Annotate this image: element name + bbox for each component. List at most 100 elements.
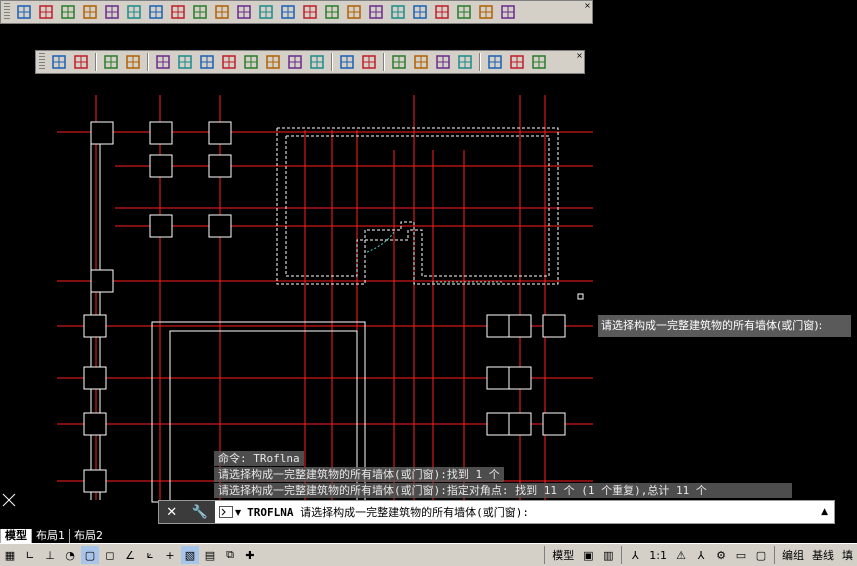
annotation-scale-icon[interactable]: ⅄ bbox=[626, 546, 644, 564]
ducs-icon[interactable]: ⟀ bbox=[141, 546, 159, 564]
lock-icon[interactable]: ▭ bbox=[732, 546, 750, 564]
table-icon[interactable] bbox=[256, 3, 276, 21]
stair-icon[interactable] bbox=[300, 3, 320, 21]
tab-layout2[interactable]: 布局2 bbox=[69, 529, 107, 543]
fill-button[interactable]: 填 bbox=[838, 547, 857, 563]
quick-view-drawings-icon[interactable]: ▥ bbox=[599, 546, 617, 564]
group-button[interactable]: 编组 bbox=[778, 547, 808, 563]
layers-icon[interactable] bbox=[58, 3, 78, 21]
command-prompt-icon[interactable]: ▼ bbox=[219, 506, 241, 518]
workspace-icon[interactable]: ⚙ bbox=[712, 546, 730, 564]
annotation-monitor-icon[interactable]: ✚ bbox=[241, 546, 259, 564]
close-icon[interactable]: ✕ bbox=[166, 505, 177, 520]
annotation-visibility-icon[interactable]: ⚠ bbox=[672, 546, 690, 564]
layout-tabs: 模型 布局1 布局2 bbox=[0, 527, 857, 543]
pen-icon[interactable] bbox=[433, 53, 453, 71]
panel-icon[interactable] bbox=[507, 53, 527, 71]
column-icon[interactable] bbox=[146, 3, 166, 21]
tarch-toolbar-main: × bbox=[0, 0, 593, 24]
model-space-button[interactable]: 模型 bbox=[548, 547, 578, 563]
table-icon[interactable] bbox=[307, 53, 327, 71]
snap-icon[interactable]: ∟ bbox=[21, 546, 39, 564]
toolbar-grip[interactable] bbox=[4, 3, 10, 21]
drawer-icon[interactable] bbox=[359, 53, 379, 71]
mark-icon[interactable] bbox=[337, 53, 357, 71]
grid-icon[interactable] bbox=[80, 3, 100, 21]
osnap-icon[interactable]: ▢ bbox=[81, 546, 99, 564]
dim-icon[interactable] bbox=[175, 53, 195, 71]
toolbar-separator bbox=[147, 53, 149, 71]
print-icon[interactable] bbox=[344, 3, 364, 21]
edit-icon[interactable] bbox=[36, 3, 56, 21]
command-line[interactable]: ✕ 🔧 ▼ TROFLNA 请选择构成一完整建筑物的所有墙体(或门窗): ▲ bbox=[158, 500, 835, 524]
wall-icon[interactable] bbox=[168, 3, 188, 21]
3d-osnap-icon[interactable]: ◻ bbox=[101, 546, 119, 564]
grip-marker bbox=[577, 293, 584, 300]
quick-view-layouts-icon[interactable]: ▣ bbox=[579, 546, 597, 564]
auto-scale-icon[interactable]: ⅄ bbox=[692, 546, 710, 564]
toolbar-grip[interactable] bbox=[39, 53, 45, 71]
ppt-icon[interactable] bbox=[388, 3, 408, 21]
elevation-icon[interactable] bbox=[410, 3, 430, 21]
tab-model[interactable]: 模型 bbox=[0, 529, 31, 543]
list-icon[interactable] bbox=[101, 53, 121, 71]
ortho-icon[interactable]: ⊥ bbox=[41, 546, 59, 564]
frame-icon[interactable] bbox=[278, 3, 298, 21]
selection-cycling-icon[interactable]: ⧉ bbox=[221, 546, 239, 564]
transparency-icon[interactable]: ▤ bbox=[201, 546, 219, 564]
dimension-icon[interactable] bbox=[124, 3, 144, 21]
annotation-scale-value[interactable]: 1:1 bbox=[645, 549, 671, 562]
text-icon[interactable] bbox=[241, 53, 261, 71]
leader-icon[interactable] bbox=[153, 53, 173, 71]
sym-icon[interactable] bbox=[197, 53, 217, 71]
command-history-line: 请选择构成一完整建筑物的所有墙体(或门窗):指定对角点: 找到 11 个 (1 … bbox=[214, 483, 792, 498]
room-icon[interactable] bbox=[212, 3, 232, 21]
dyn-icon[interactable]: + bbox=[161, 546, 179, 564]
otrack-icon[interactable]: ∠ bbox=[121, 546, 139, 564]
grid-icon[interactable]: ▦ bbox=[1, 546, 19, 564]
lineweight-icon[interactable]: ▧ bbox=[181, 546, 199, 564]
level-icon[interactable] bbox=[432, 3, 452, 21]
toolbar-separator bbox=[479, 53, 481, 71]
command-line-controls: ✕ 🔧 bbox=[159, 501, 215, 523]
fullscreen-icon[interactable]: ▢ bbox=[752, 546, 770, 564]
close-icon[interactable]: × bbox=[575, 51, 584, 60]
ucs-icon bbox=[2, 493, 16, 507]
help-icon[interactable] bbox=[498, 3, 518, 21]
eye-icon[interactable] bbox=[411, 53, 431, 71]
axis-icon[interactable] bbox=[102, 3, 122, 21]
image-icon[interactable] bbox=[123, 53, 143, 71]
target-icon[interactable] bbox=[476, 3, 496, 21]
polar-icon[interactable]: ◔ bbox=[61, 546, 79, 564]
layout-icon[interactable] bbox=[389, 53, 409, 71]
door-window-icon[interactable] bbox=[190, 3, 210, 21]
selected-walls bbox=[276, 127, 559, 285]
zoom-icon[interactable] bbox=[71, 53, 91, 71]
columns bbox=[83, 121, 566, 493]
wrench-icon[interactable]: 🔧 bbox=[192, 505, 208, 520]
close-icon[interactable]: × bbox=[583, 1, 592, 10]
elev-icon[interactable] bbox=[219, 53, 239, 71]
note-icon[interactable] bbox=[285, 53, 305, 71]
area-icon[interactable] bbox=[234, 3, 254, 21]
toolbar-separator bbox=[383, 53, 385, 71]
history-arrow-icon[interactable]: ▲ bbox=[821, 507, 828, 517]
level-icon[interactable] bbox=[263, 53, 283, 71]
baseline-button[interactable]: 基线 bbox=[808, 547, 838, 563]
tarch-toolbar-secondary: × bbox=[35, 50, 585, 74]
walls bbox=[90, 140, 366, 503]
window-icon[interactable] bbox=[485, 53, 505, 71]
tab-layout1[interactable]: 布局1 bbox=[31, 529, 69, 543]
command-input[interactable]: TROFLNA 请选择构成一完整建筑物的所有墙体(或门窗): bbox=[247, 504, 529, 520]
eye2-icon[interactable] bbox=[455, 53, 475, 71]
status-bar: ▦ ∟ ⊥ ◔ ▢ ◻ ∠ ⟀ + ▧ ▤ ⧉ ✚ 模型 ▣ ▥ ⅄ 1:1 ⚠… bbox=[0, 543, 857, 566]
tool-icon[interactable] bbox=[529, 53, 549, 71]
text-icon[interactable] bbox=[454, 3, 474, 21]
divider bbox=[621, 546, 623, 564]
select-icon[interactable] bbox=[49, 53, 69, 71]
book-icon[interactable] bbox=[366, 3, 386, 21]
command-history-line: 命令: TRoflna bbox=[214, 451, 304, 466]
building-icon[interactable] bbox=[14, 3, 34, 21]
envelope-icon[interactable] bbox=[322, 3, 342, 21]
command-history-line: 请选择构成一完整建筑物的所有墙体(或门窗):找到 1 个 bbox=[214, 467, 504, 482]
